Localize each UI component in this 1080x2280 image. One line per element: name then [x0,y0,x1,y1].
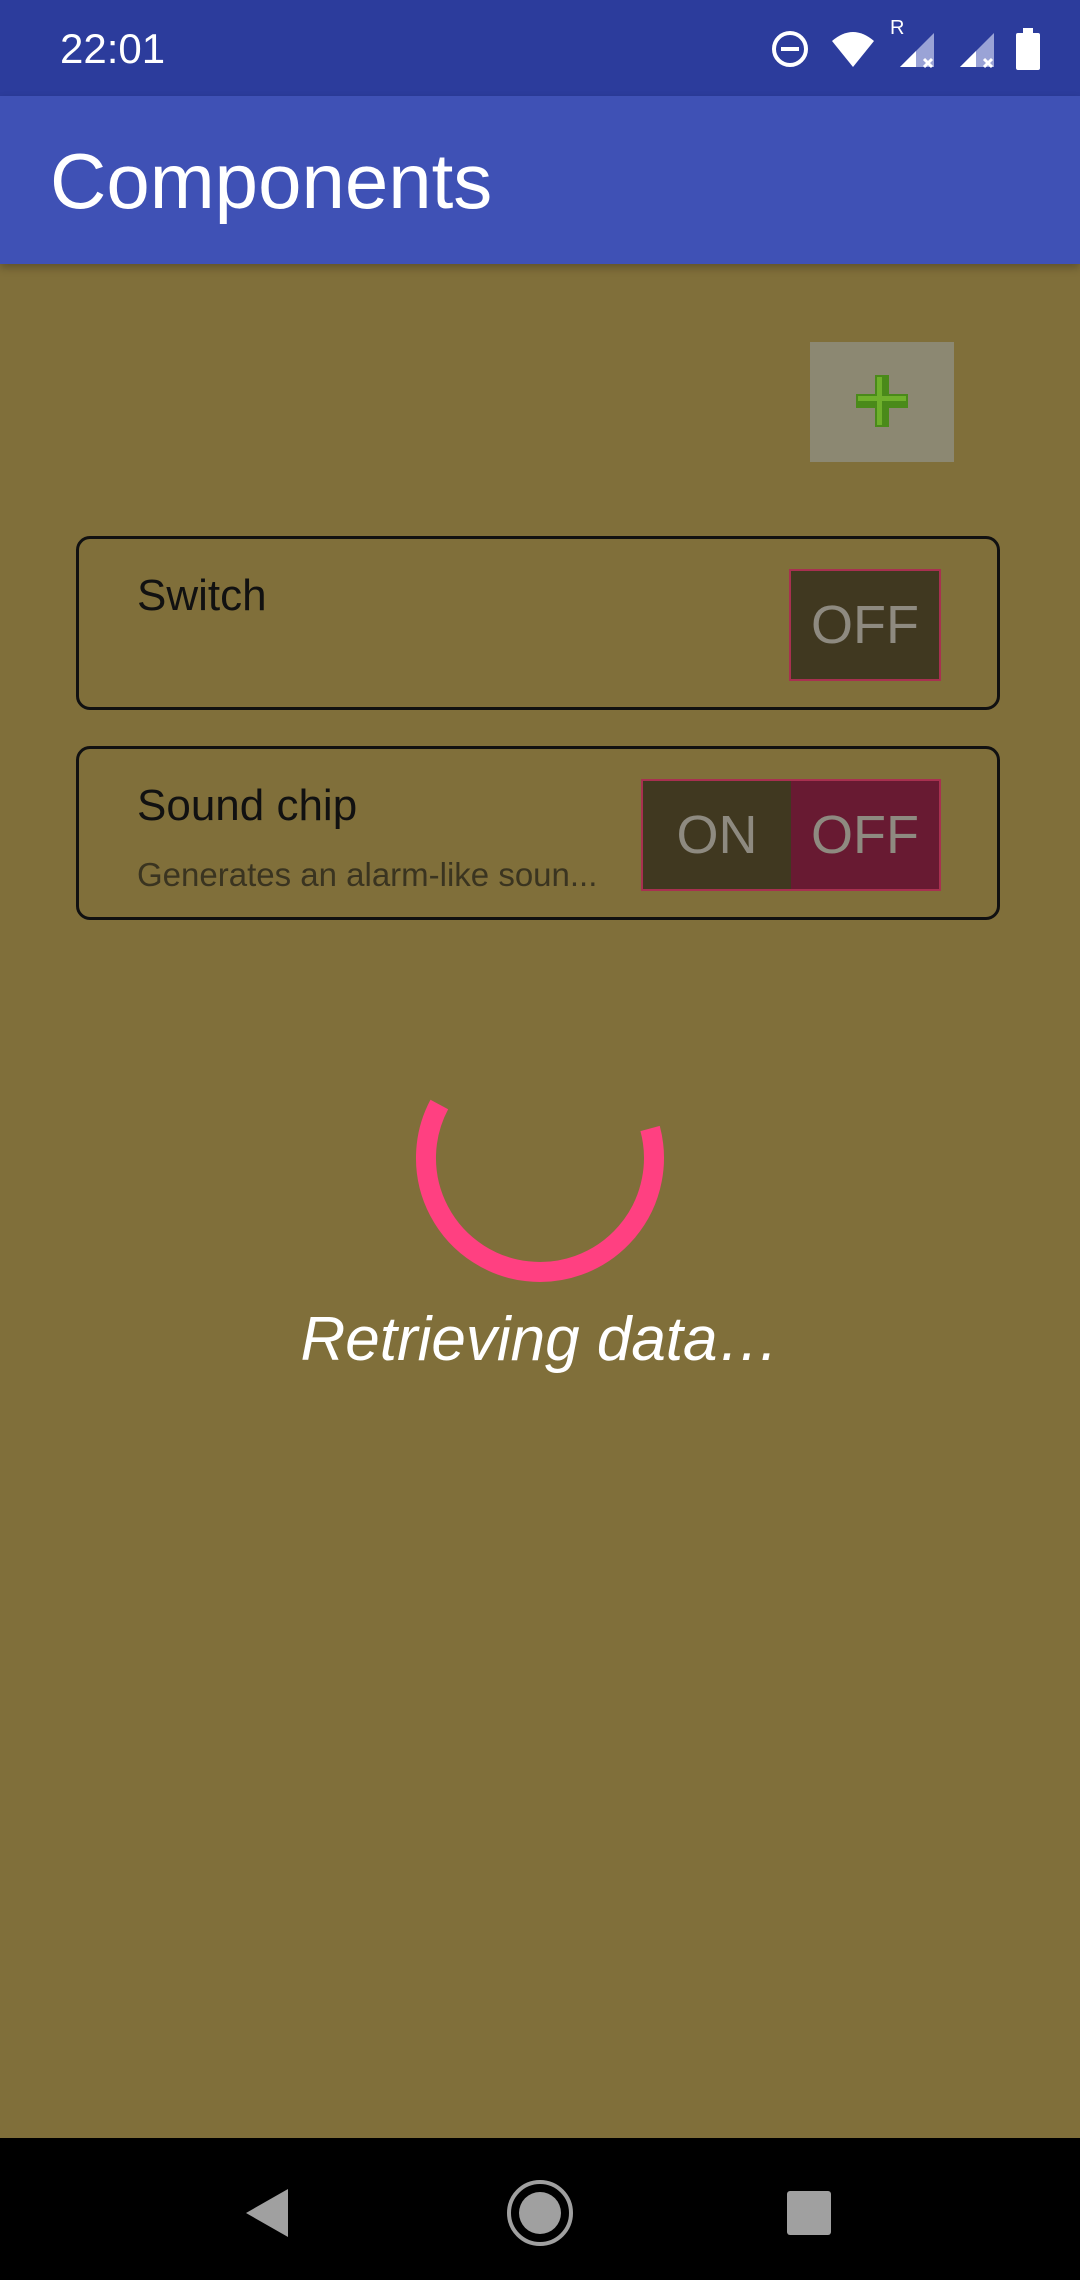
signal-no-service-icon [956,29,996,69]
loading-text: Retrieving data… [300,1305,780,1374]
status-icons: R [770,17,1040,74]
component-title: Sound chip [137,781,358,830]
loading-spinner-icon [412,1030,668,1286]
battery-icon [1016,28,1040,70]
component-title: Switch [137,571,267,620]
status-bar: 22:01 R [0,0,1080,96]
home-icon[interactable] [495,2168,585,2258]
screen: 22:01 R Components Switch OFF Sound chip… [0,0,1080,2280]
recents-icon[interactable] [764,2168,854,2258]
navigation-bar [0,2138,1080,2280]
component-card-sound-chip[interactable]: Sound chip Generates an alarm-like soun.… [76,746,1000,920]
switch-toggle[interactable]: OFF [789,569,941,681]
add-component-button[interactable] [810,342,954,462]
component-description: Generates an alarm-like soun... [137,856,598,893]
app-bar: Components [0,96,1080,264]
signal-roaming-icon: R [890,17,936,69]
do-not-disturb-icon [770,29,810,69]
status-time: 22:01 [60,25,166,72]
toggle-off-segment[interactable]: OFF [791,571,939,679]
toggle-on-segment[interactable]: ON [643,781,791,889]
roaming-label: R [890,17,905,39]
toggle-off-segment[interactable]: OFF [791,781,939,889]
sound-chip-toggle[interactable]: ON OFF [641,779,941,891]
page-title: Components [50,137,493,225]
wifi-icon [830,29,876,69]
back-icon[interactable] [222,2168,312,2258]
plus-icon [854,373,910,432]
component-card-switch[interactable]: Switch OFF [76,536,1000,710]
